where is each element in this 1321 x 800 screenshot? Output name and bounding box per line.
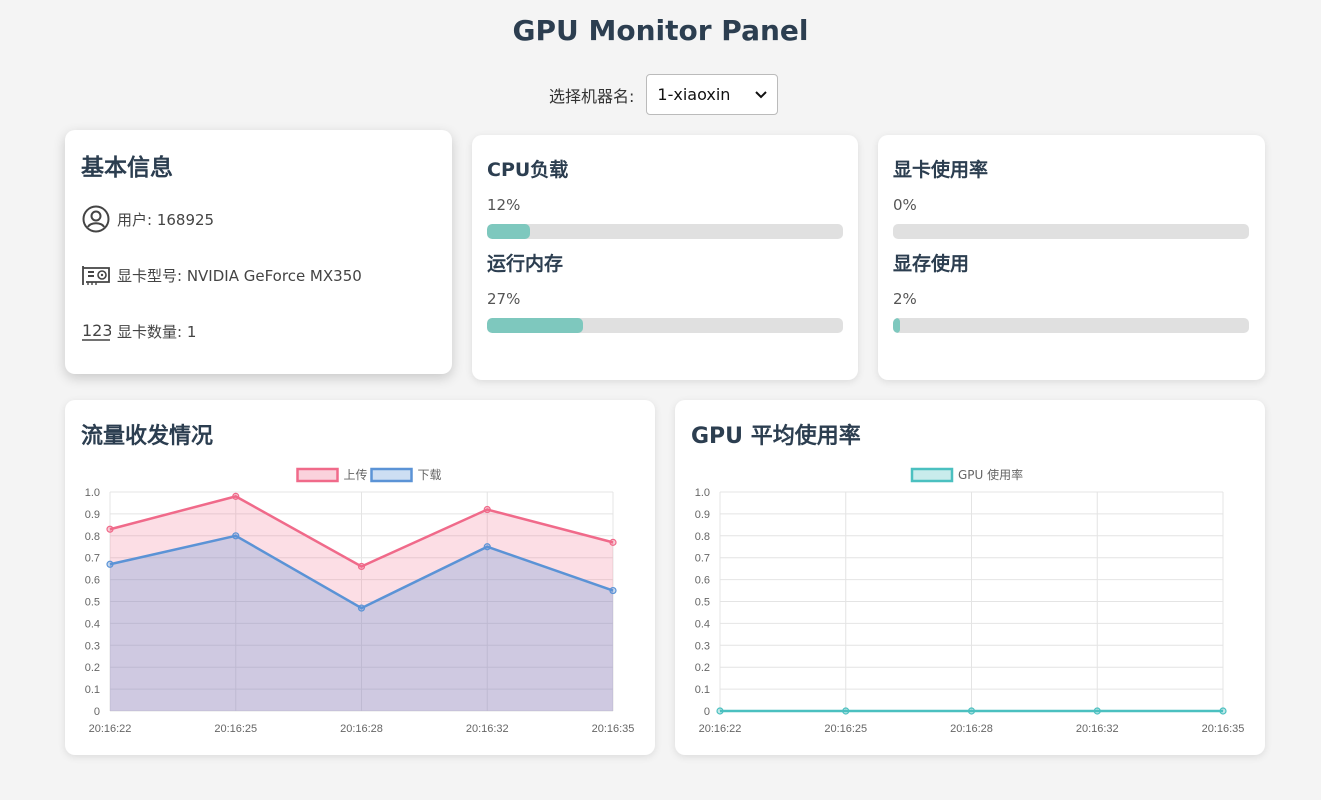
data-point xyxy=(357,562,366,571)
y-tick-label: 0.6 xyxy=(85,575,100,587)
x-tick-label: 20:16:28 xyxy=(950,723,993,735)
y-tick-label: 1.0 xyxy=(85,487,100,499)
basic-info-card: 基本信息 用户: 168925 显卡型号: NVIDIA GeForce MX3… xyxy=(65,130,452,374)
y-tick-label: 0 xyxy=(94,706,100,718)
x-tick-label: 20:16:32 xyxy=(466,723,509,735)
cpu-load-percent: 12% xyxy=(487,196,521,214)
data-point xyxy=(357,604,366,612)
x-tick-label: 20:16:25 xyxy=(214,723,257,735)
y-tick-label: 0.9 xyxy=(695,509,710,521)
chevron-down-icon xyxy=(755,88,768,102)
legend-label: 上传 xyxy=(344,467,368,482)
info-row-gpu-model: 显卡型号: NVIDIA GeForce MX350 xyxy=(81,260,436,290)
data-point xyxy=(1219,707,1227,715)
y-tick-label: 0.5 xyxy=(85,597,100,609)
y-tick-label: 0.4 xyxy=(85,618,100,630)
machine-select-label: 选择机器名: xyxy=(549,86,635,106)
data-point xyxy=(232,532,240,540)
data-point xyxy=(483,543,491,551)
memory-percent: 27% xyxy=(487,290,521,308)
y-tick-label: 0.2 xyxy=(85,662,100,674)
data-point xyxy=(842,707,850,715)
gpu-usage-bar xyxy=(893,224,1249,239)
x-tick-label: 20:16:35 xyxy=(1202,723,1245,735)
data-point xyxy=(1093,707,1101,715)
cpu-load-bar xyxy=(487,224,843,239)
vram-bar-fill xyxy=(893,318,901,333)
cpu-load-bar-fill xyxy=(487,224,530,239)
x-tick-label: 20:16:32 xyxy=(1076,723,1119,735)
gpu-usage-title: 显卡使用率 xyxy=(893,159,989,181)
x-tick-label: 20:16:22 xyxy=(699,723,742,735)
y-tick-label: 0.8 xyxy=(695,531,710,543)
y-tick-label: 0.1 xyxy=(85,684,100,696)
legend-swatch xyxy=(296,467,339,483)
basic-info-title: 基本信息 xyxy=(81,155,173,181)
info-gpu-model-text: 显卡型号: NVIDIA GeForce MX350 xyxy=(117,266,362,285)
y-tick-label: 0.2 xyxy=(695,662,710,674)
y-tick-label: 0.3 xyxy=(695,640,710,652)
gpu-card-icon xyxy=(81,260,111,290)
x-tick-label: 20:16:35 xyxy=(592,723,635,735)
memory-title: 运行内存 xyxy=(487,253,564,275)
user-icon xyxy=(81,204,111,234)
machine-selector: 选择机器名: 1-xiaoxin xyxy=(549,74,779,115)
y-tick-label: 0.9 xyxy=(85,509,100,521)
data-point xyxy=(716,707,724,715)
page-title: GPU Monitor Panel xyxy=(512,14,809,47)
traffic-chart: 0 0.1 0.2 0.3 0.4 0.5 0.6 0.7 0.8 0.9 1.0 20:16:22 2… xyxy=(85,467,635,735)
y-tick-label: 0.7 xyxy=(695,553,710,565)
y-tick-label: 0.4 xyxy=(695,618,710,630)
x-tick-label: 20:16:28 xyxy=(340,723,383,735)
y-tick-label: 0.5 xyxy=(695,597,710,609)
y-tick-label: 0.8 xyxy=(85,531,100,543)
cpu-load-title: CPU负载 xyxy=(487,159,569,181)
data-point xyxy=(609,586,617,595)
y-tick-label: 0.6 xyxy=(695,575,710,587)
data-point xyxy=(106,525,114,533)
data-point xyxy=(232,492,240,500)
vram-title: 显存使用 xyxy=(893,253,970,275)
data-point xyxy=(967,707,976,715)
data-point xyxy=(106,560,114,568)
y-tick-label: 0.3 xyxy=(85,640,100,652)
machine-select-value: 1-xiaoxin xyxy=(657,85,731,104)
vram-bar xyxy=(893,318,1249,333)
y-tick-label: 0 xyxy=(704,706,710,718)
info-row-user: 用户: 168925 xyxy=(81,204,436,234)
gpu-usage-card: 显卡使用率 0% 显存使用 2% xyxy=(878,135,1265,380)
data-point xyxy=(609,538,617,546)
gpu-avg-chart: 0 0.1 0.2 0.3 0.4 0.5 0.6 0.7 0.8 0.9 1.0 20:16:22 2… xyxy=(695,467,1245,735)
info-row-gpu-count: 123 显卡数量: 1 xyxy=(81,316,436,346)
legend-label: 下载 xyxy=(418,468,442,482)
memory-bar xyxy=(487,318,843,333)
numbers-icon: 123 xyxy=(81,316,111,346)
gpu-avg-chart-card: GPU 平均使用率 0 0.1 0.2 0.3 0.4 0.5 0.6 0.7 0.8 0.9 1.… xyxy=(675,400,1265,755)
legend-swatch xyxy=(910,467,954,483)
x-tick-label: 20:16:25 xyxy=(824,723,867,735)
svg-text:123: 123 xyxy=(82,321,111,340)
traffic-chart-card: 流量收发情况 0 0.1 0.2 0.3 0.4 0.5 0.6 0.7 0.8 0.9 1.0 20… xyxy=(65,400,655,755)
info-user-text: 用户: 168925 xyxy=(117,210,215,229)
info-gpu-count-text: 显卡数量: 1 xyxy=(117,322,197,341)
cpu-memory-card: CPU负载 12% 运行内存 27% xyxy=(472,135,858,380)
y-tick-label: 1.0 xyxy=(695,487,710,499)
data-point xyxy=(483,505,491,514)
machine-select[interactable]: 1-xiaoxin xyxy=(646,74,779,115)
gpu-usage-percent: 0% xyxy=(893,196,917,214)
legend-label: GPU 使用率 xyxy=(958,467,1023,482)
legend-swatch xyxy=(370,467,413,483)
y-tick-label: 0.1 xyxy=(695,684,710,696)
y-tick-label: 0.7 xyxy=(85,553,100,565)
memory-bar-fill xyxy=(487,318,584,333)
x-tick-label: 20:16:22 xyxy=(89,723,132,735)
vram-percent: 2% xyxy=(893,290,917,308)
